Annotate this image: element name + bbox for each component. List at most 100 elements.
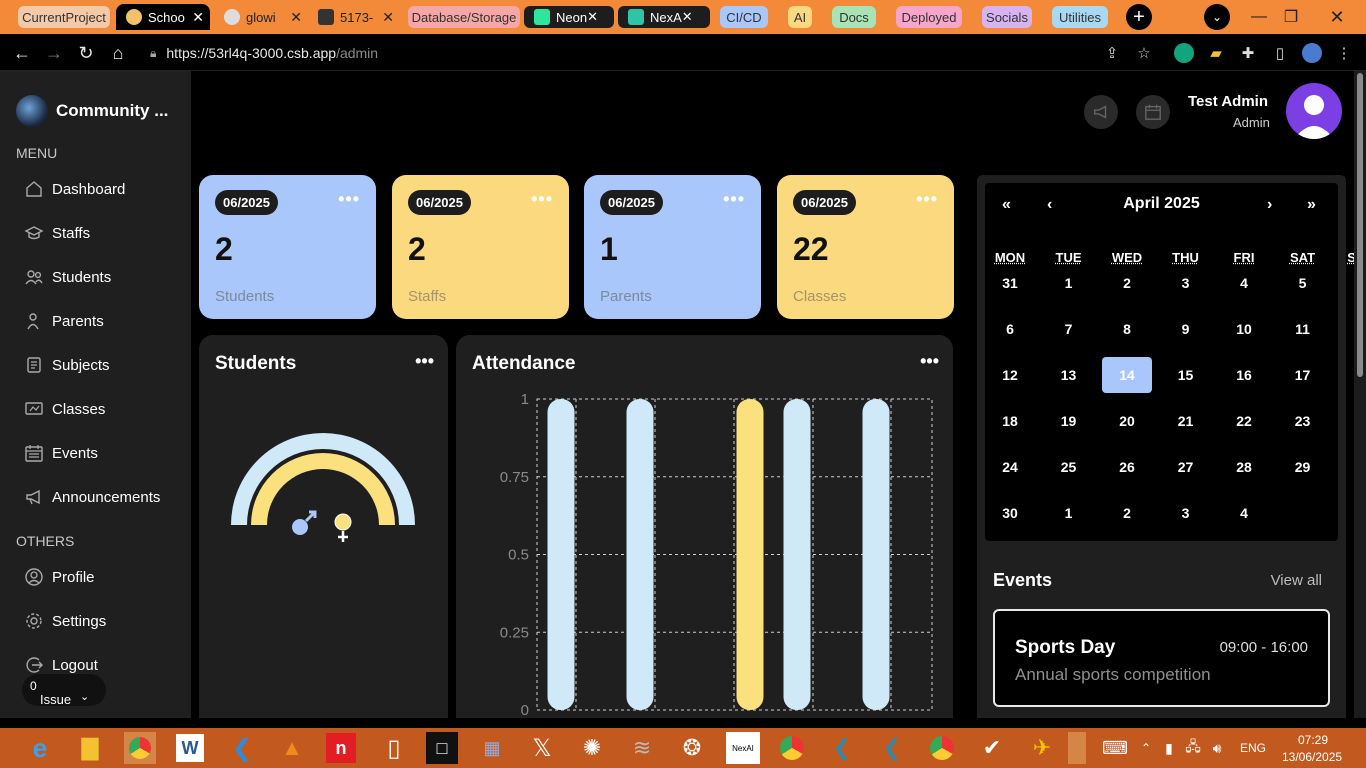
bookmark-tab-neon[interactable]: Neon ✕ <box>524 6 614 28</box>
vscode-icon[interactable]: ❮ <box>226 732 258 764</box>
tab-glowing[interactable]: glowi ✕ <box>214 4 308 30</box>
file-explorer-icon[interactable]: ▇ <box>74 732 106 764</box>
language-indicator[interactable]: ENG <box>1240 741 1266 755</box>
calendar-day[interactable]: 27 <box>1161 449 1211 485</box>
chatgpt-icon[interactable]: ✺ <box>576 732 608 764</box>
calendar-day[interactable]: 14 <box>1102 357 1152 393</box>
calendar-day[interactable]: 17 <box>1278 357 1328 393</box>
more-options-icon[interactable]: ••• <box>415 351 434 372</box>
calendar-day[interactable]: 2 <box>1102 495 1152 531</box>
check-circle-app-icon[interactable]: ✔ <box>976 732 1008 764</box>
calendar-day[interactable]: 9 <box>1161 311 1211 347</box>
attendance-bar[interactable] <box>862 399 890 710</box>
brand[interactable]: Community ... <box>16 95 168 127</box>
sidebar-item-profile[interactable]: Profile <box>24 565 95 589</box>
bookmark-group-deployed[interactable]: Deployed <box>896 6 962 28</box>
sidebar-item-events[interactable]: Events <box>24 441 98 465</box>
calendar-day[interactable]: 11 <box>1278 311 1328 347</box>
calendar-day[interactable]: 3 <box>1161 265 1211 301</box>
bookmark-star-icon[interactable]: ☆ <box>1134 43 1154 63</box>
attendance-bar[interactable] <box>736 399 764 710</box>
tab-currentproject[interactable]: CurrentProject <box>18 6 110 28</box>
vlc-icon[interactable]: ▲ <box>276 732 308 764</box>
calendar-day[interactable]: 4 <box>1219 265 1269 301</box>
calendar-day[interactable]: 26 <box>1102 449 1152 485</box>
sidebar-item-students[interactable]: Students <box>24 265 111 289</box>
calendar-icon[interactable] <box>1136 95 1170 129</box>
tab-search-chevron-down-icon[interactable]: ⌄ <box>1204 4 1230 30</box>
calendar-day[interactable]: 1 <box>1044 495 1094 531</box>
tab-5173[interactable]: 5173- ✕ <box>310 4 400 30</box>
profile-avatar-icon[interactable] <box>1302 43 1322 63</box>
battery-icon[interactable]: ▮ <box>1160 732 1178 764</box>
calendar-day[interactable]: 2 <box>1102 265 1152 301</box>
more-options-icon[interactable]: ••• <box>723 189 745 210</box>
url-field[interactable]: 🔒︎ https://53rl4q-3000.csb.app/admin <box>150 42 1090 64</box>
reload-icon[interactable]: ↻ <box>74 41 98 65</box>
chrome-icon[interactable] <box>776 732 808 764</box>
calendar-day[interactable]: 10 <box>1219 311 1269 347</box>
sidebar-item-dashboard[interactable]: Dashboard <box>24 177 125 201</box>
openai-icon[interactable]: ❂ <box>676 732 708 764</box>
calendar-day[interactable]: 24 <box>985 449 1035 485</box>
close-tab-icon[interactable]: ✕ <box>382 9 394 26</box>
calendar-day[interactable]: 15 <box>1161 357 1211 393</box>
show-hidden-divider[interactable] <box>1068 732 1086 764</box>
close-tab-icon[interactable]: ✕ <box>192 9 204 26</box>
close-tab-icon[interactable]: ✕ <box>682 9 693 25</box>
back-arrow-icon[interactable]: ← <box>10 41 34 65</box>
calendar-day[interactable]: 23 <box>1278 403 1328 439</box>
page-scrollbar[interactable] <box>1354 71 1366 718</box>
close-tab-icon[interactable]: ✕ <box>290 9 302 26</box>
network-icon[interactable]: 🖧︎ <box>1184 732 1202 764</box>
browser-menu-icon[interactable]: ⋮ <box>1334 43 1354 63</box>
issue-badge-button[interactable]: 0 Issue ⌄ <box>22 674 106 707</box>
share-icon[interactable]: ⇪ <box>1102 43 1122 63</box>
calendar-day[interactable]: 31 <box>985 265 1035 301</box>
bookmark-tab-nexa[interactable]: NexA ✕ <box>618 6 710 28</box>
postman-like-icon[interactable]: ✈ <box>1026 732 1058 764</box>
next-year-button[interactable]: » <box>1307 196 1316 214</box>
calendar-day[interactable]: 12 <box>985 357 1035 393</box>
chrome-active-icon[interactable] <box>124 732 156 764</box>
next-month-button[interactable]: › <box>1267 196 1272 214</box>
vscode-insiders-icon[interactable]: ❮ <box>826 732 858 764</box>
clock-time[interactable]: 07:29 <box>1298 733 1328 747</box>
calendar-day[interactable]: 1 <box>1044 265 1094 301</box>
vscode-insiders-2-icon[interactable]: ❮ <box>876 732 908 764</box>
word-icon[interactable]: W <box>176 734 204 762</box>
sidebar-item-announcements[interactable]: Announcements <box>24 485 160 509</box>
document-icon[interactable]: ▯ <box>378 732 410 764</box>
calendar-day[interactable]: 4 <box>1219 495 1269 531</box>
more-options-icon[interactable]: ••• <box>920 351 939 372</box>
view-all-events-link[interactable]: View all <box>1271 572 1322 589</box>
more-options-icon[interactable]: ••• <box>338 189 360 210</box>
calendar-day[interactable]: 8 <box>1102 311 1152 347</box>
more-options-icon[interactable]: ••• <box>916 189 938 210</box>
calendar-day[interactable]: 6 <box>985 311 1035 347</box>
x-twitter-icon[interactable]: 𝕏 <box>526 732 558 764</box>
bookmark-group-socials[interactable]: Socials <box>982 6 1032 28</box>
announcements-megaphone-icon[interactable] <box>1084 95 1118 129</box>
bookmark-group-cicd[interactable]: CI/CD <box>720 6 768 28</box>
calendar-day[interactable]: 25 <box>1044 449 1094 485</box>
system-tray-chevron-up-icon[interactable]: ⌃ <box>1138 732 1154 764</box>
keyboard-icon[interactable]: ⌨ <box>1098 732 1132 764</box>
bookmark-group-ai[interactable]: AI <box>788 6 812 28</box>
scrollbar-thumb[interactable] <box>1357 73 1363 377</box>
calendar-day[interactable]: 29 <box>1278 449 1328 485</box>
internet-explorer-icon[interactable]: e <box>24 732 56 764</box>
calendar-day[interactable]: 22 <box>1219 403 1269 439</box>
sidebar-item-settings[interactable]: Settings <box>24 609 106 633</box>
calendar-day[interactable]: 30 <box>985 495 1035 531</box>
user-avatar-icon[interactable] <box>1286 83 1342 139</box>
home-icon[interactable]: ⌂ <box>106 41 130 65</box>
volume-icon[interactable]: 🔊︎ <box>1208 732 1226 764</box>
calendar-day[interactable]: 7 <box>1044 311 1094 347</box>
chrome-2-icon[interactable] <box>926 732 958 764</box>
forward-arrow-icon[interactable]: → <box>42 41 66 65</box>
more-options-icon[interactable]: ••• <box>531 189 553 210</box>
calendar-day[interactable]: 5 <box>1278 265 1328 301</box>
calendar-day[interactable]: 13 <box>1044 357 1094 393</box>
clock-date[interactable]: 13/06/2025 <box>1282 750 1342 764</box>
